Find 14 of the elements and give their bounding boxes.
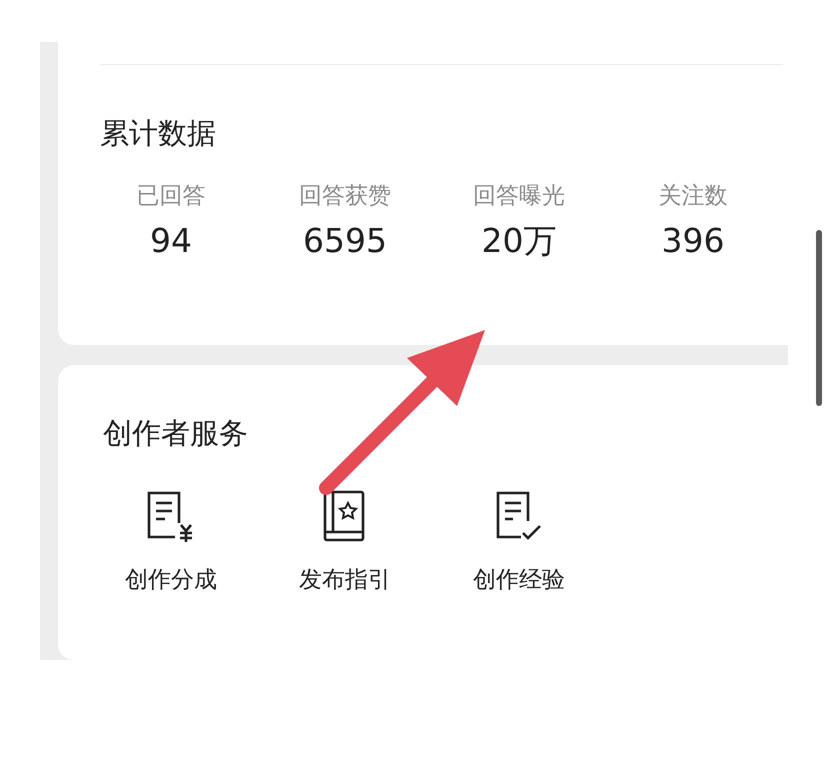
- stat-label: 回答曝光: [473, 182, 565, 211]
- scrollbar[interactable]: [816, 230, 822, 406]
- stat-value: 20万: [482, 221, 556, 261]
- stat-label: 关注数: [658, 182, 728, 211]
- stat-label: 已回答: [136, 182, 206, 211]
- stat-value: 396: [662, 221, 724, 261]
- stat-value: 94: [150, 221, 192, 261]
- service-item[interactable]: 发布指引: [258, 489, 432, 595]
- service-item[interactable]: 创作分成: [84, 489, 258, 595]
- section-title: 创作者服务: [103, 415, 249, 451]
- section-title: 累计数据: [100, 115, 217, 151]
- service-item[interactable]: 创作经验: [432, 489, 606, 595]
- stat-label: 回答获赞: [299, 182, 391, 211]
- stat-value: 6595: [303, 221, 387, 261]
